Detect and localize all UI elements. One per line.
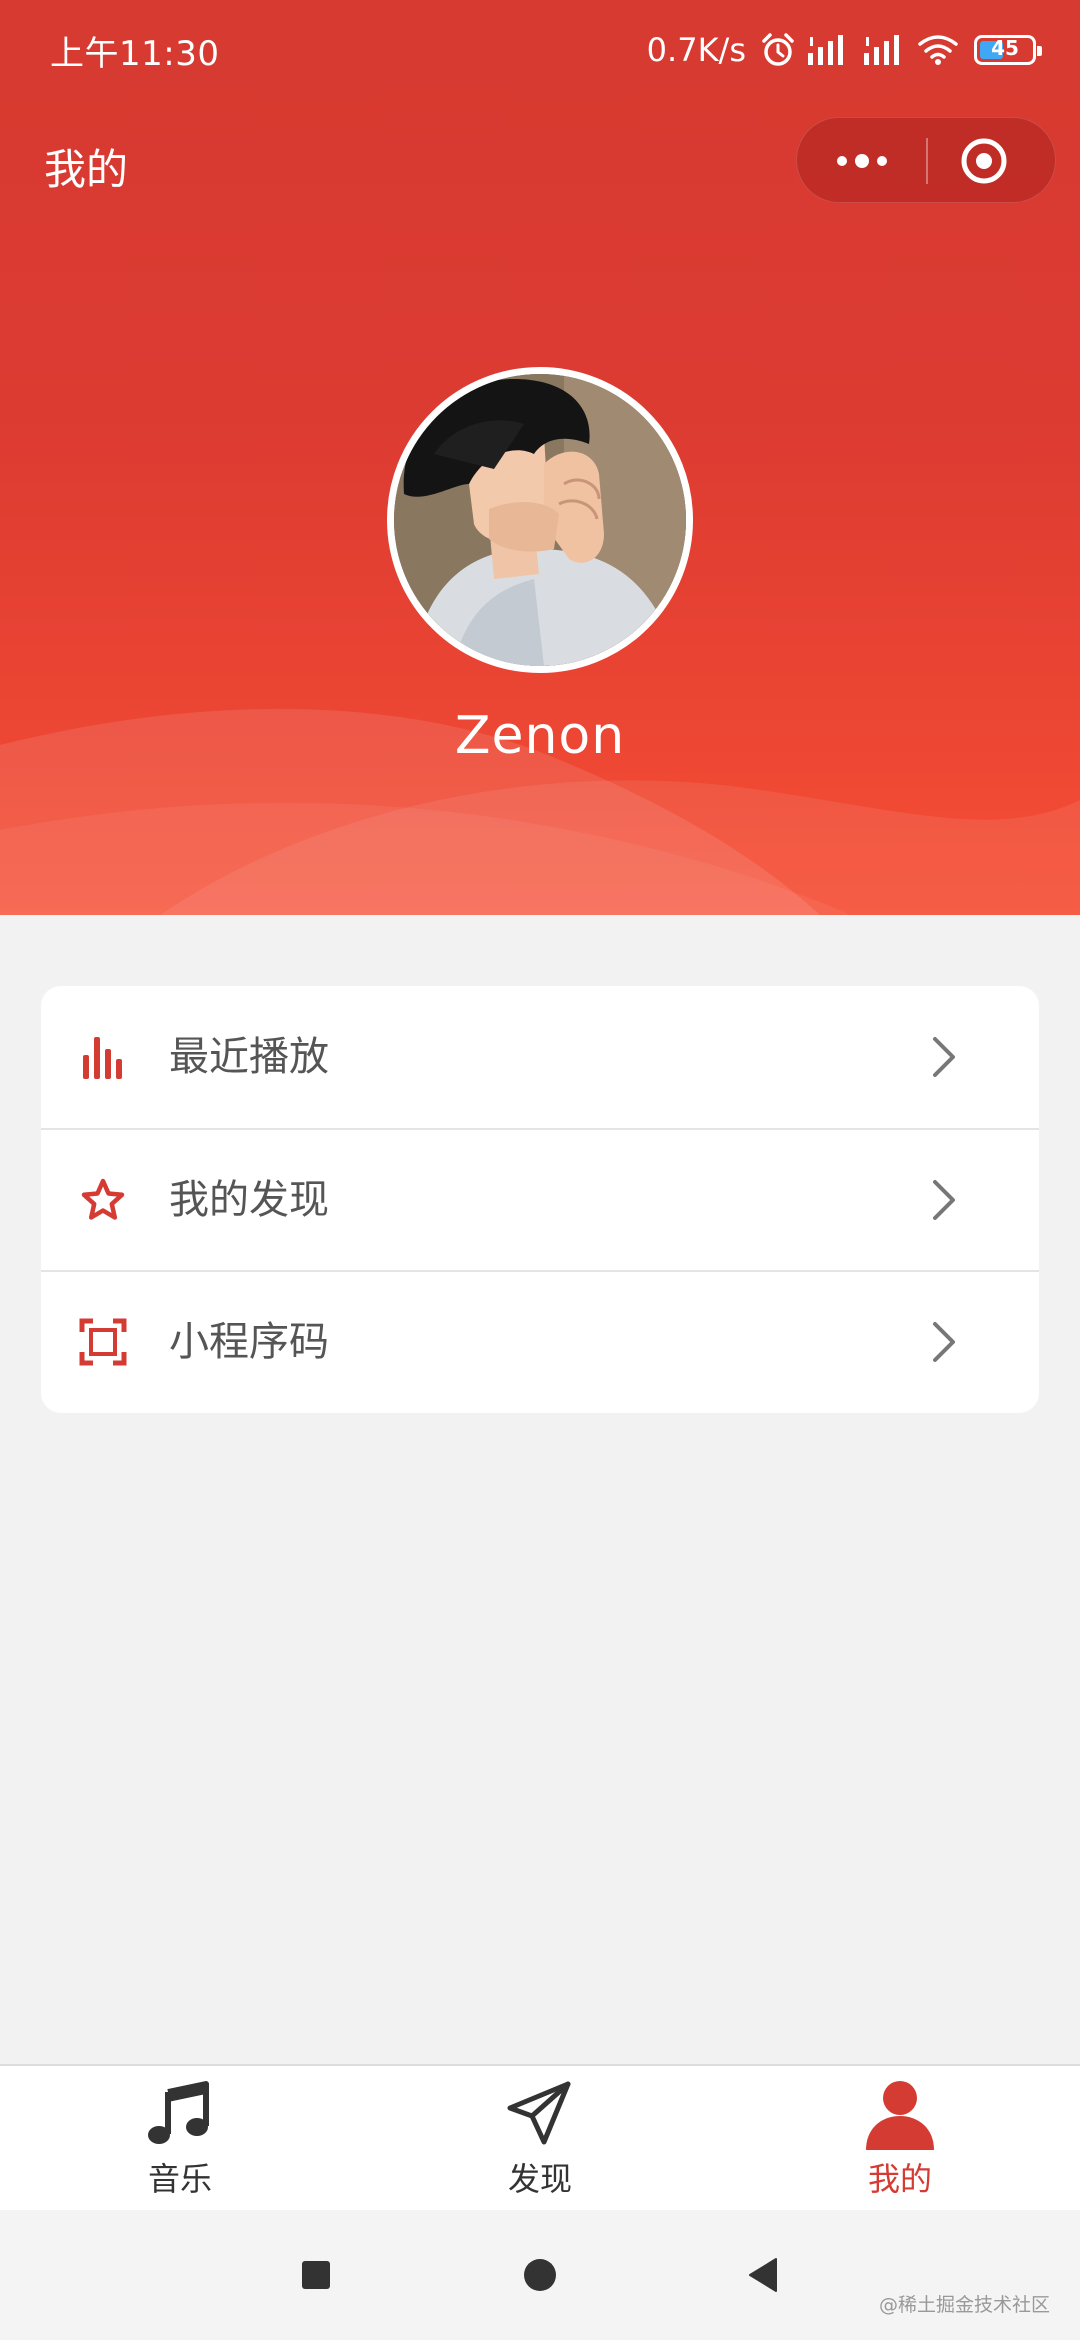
paper-plane-icon xyxy=(507,2081,571,2145)
chevron-right-icon xyxy=(933,1322,955,1362)
username: Zenon xyxy=(454,706,626,766)
menu-item-recent-play[interactable]: 最近播放 xyxy=(41,986,1039,1128)
alarm-icon xyxy=(762,33,794,66)
system-nav-bar: @稀土掘金技术社区 xyxy=(0,2210,1080,2340)
tab-label: 发现 xyxy=(507,2160,572,2198)
miniprogram-capsule xyxy=(796,117,1056,203)
battery-level: 45 xyxy=(991,36,1019,60)
anime-boy-avatar xyxy=(394,374,686,666)
watermark: @稀土掘金技术社区 xyxy=(878,2294,1050,2316)
target-circle-icon[interactable] xyxy=(959,136,1009,186)
tab-music[interactable]: 音乐 xyxy=(0,2066,360,2210)
person-icon xyxy=(866,2081,934,2150)
menu-item-miniprogram-code[interactable]: 小程序码 xyxy=(41,1270,1039,1412)
back-triangle-icon[interactable] xyxy=(744,2255,784,2295)
chevron-right-icon xyxy=(933,1037,955,1077)
music-note-icon xyxy=(148,2081,209,2144)
star-outline-icon xyxy=(81,1178,125,1220)
status-bar: 上午11:30 0.7K/s 45 xyxy=(0,0,1080,100)
tab-label: 音乐 xyxy=(147,2160,212,2198)
status-indicators: 0.7K/s 45 xyxy=(646,24,1042,76)
bar-chart-icon xyxy=(83,1037,122,1079)
status-time: 上午11:30 xyxy=(50,34,220,74)
menu-item-label: 小程序码 xyxy=(169,1319,329,1365)
tab-bar: 音乐 发现 我的 xyxy=(0,2064,1080,2210)
battery-icon: 45 xyxy=(974,35,1042,65)
page-title: 我的 xyxy=(44,145,129,194)
signal-icon-sim2 xyxy=(864,35,899,65)
more-dots-icon[interactable] xyxy=(827,138,897,184)
tab-discover[interactable]: 发现 xyxy=(360,2066,720,2210)
menu-card: 最近播放 我的发现 小程序码 xyxy=(41,986,1039,1413)
tab-label: 我的 xyxy=(867,2160,932,2198)
avatar[interactable] xyxy=(387,367,693,673)
profile-header: 上午11:30 0.7K/s 45 我的 Zenon xyxy=(0,0,1080,915)
menu-item-my-discover[interactable]: 我的发现 xyxy=(41,1128,1039,1270)
signal-icon-sim1 xyxy=(808,35,843,65)
home-circle-icon[interactable] xyxy=(520,2255,560,2295)
capsule-divider xyxy=(926,138,928,184)
tab-mine[interactable]: 我的 xyxy=(720,2066,1080,2210)
wifi-icon xyxy=(918,35,958,65)
menu-item-label: 最近播放 xyxy=(169,1034,329,1080)
battery-cap xyxy=(1037,46,1042,56)
chevron-right-icon xyxy=(933,1180,955,1220)
network-speed: 0.7K/s xyxy=(646,31,746,69)
recent-apps-icon[interactable] xyxy=(296,2255,336,2295)
scan-frame-icon xyxy=(79,1318,127,1366)
menu-item-label: 我的发现 xyxy=(169,1177,329,1223)
